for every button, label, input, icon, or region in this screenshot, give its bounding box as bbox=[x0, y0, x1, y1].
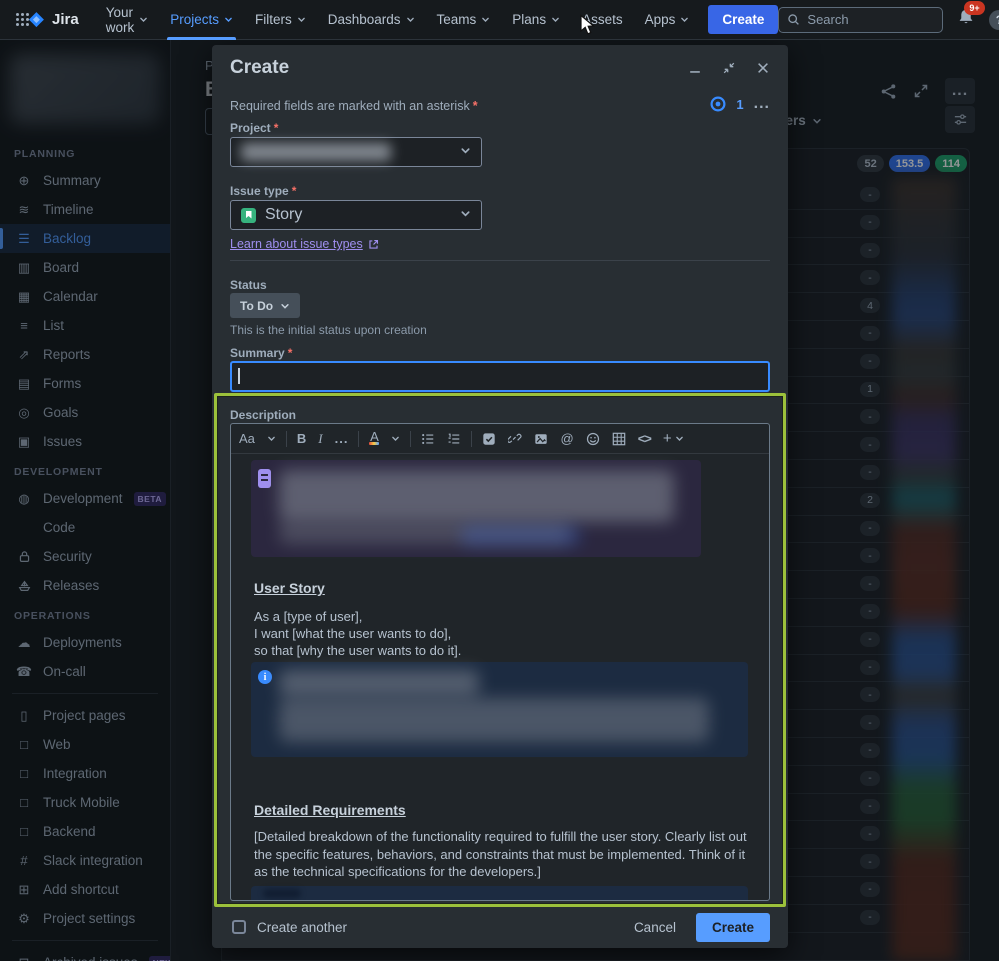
app-body: PLANNING ⊕ Summary ≋ Timeline ☰ Backlog ▥ Board ▦… bbox=[0, 40, 999, 961]
chevron-down-icon bbox=[392, 436, 400, 441]
bullet-list-icon[interactable] bbox=[421, 432, 435, 446]
status-label: Status bbox=[230, 278, 267, 292]
asterisk: * bbox=[472, 99, 478, 113]
dialog-title: Create bbox=[230, 57, 290, 78]
story-type-icon bbox=[241, 207, 256, 223]
status-select[interactable]: To Do bbox=[230, 293, 301, 318]
image-icon[interactable] bbox=[534, 432, 548, 446]
dialog-footer: Create another Cancel Create bbox=[212, 906, 788, 948]
detailed-requirements-heading: Detailed Requirements bbox=[254, 802, 406, 818]
more-formatting-icon[interactable]: ... bbox=[335, 431, 349, 446]
project-select[interactable] bbox=[230, 137, 482, 167]
nav-filters[interactable]: Filters bbox=[246, 0, 315, 40]
project-value-blurred bbox=[241, 143, 391, 161]
chevron-down-icon bbox=[268, 436, 275, 441]
story-line-2: I want [what the user wants to do], bbox=[254, 626, 452, 641]
info-panel-blurred: i bbox=[251, 662, 748, 757]
chevron-down-icon bbox=[406, 17, 414, 22]
learn-issue-types-link[interactable]: Learn about issue types bbox=[230, 237, 379, 251]
global-search[interactable] bbox=[778, 6, 944, 33]
divider bbox=[230, 260, 770, 261]
nav-menu: Your work Projects Filters Dashboards Teams P… bbox=[97, 0, 699, 40]
italic-button[interactable]: I bbox=[318, 431, 322, 447]
create-another-label: Create another bbox=[257, 919, 348, 935]
nav-assets[interactable]: Assets bbox=[573, 0, 632, 40]
create-issue-dialog: Create Required fields are marked with a… bbox=[212, 45, 788, 948]
issue-type-value: Story bbox=[265, 206, 303, 223]
nav-your-work[interactable]: Your work bbox=[97, 0, 158, 40]
description-label: Description bbox=[230, 408, 297, 422]
minimize-icon[interactable] bbox=[688, 61, 702, 75]
exit-fullscreen-icon[interactable] bbox=[722, 61, 736, 75]
table-icon[interactable] bbox=[612, 432, 626, 446]
nav-projects[interactable]: Projects bbox=[161, 0, 242, 40]
chevron-down-icon bbox=[461, 211, 470, 217]
action-item-icon[interactable] bbox=[482, 432, 496, 446]
link-icon[interactable] bbox=[508, 432, 523, 446]
story-line-3: so that [why the user wants to do it]. bbox=[254, 643, 462, 658]
chevron-down-icon bbox=[552, 17, 559, 22]
nav-teams[interactable]: Teams bbox=[428, 0, 500, 40]
chevron-down-icon bbox=[681, 17, 689, 22]
insert-more-dropdown[interactable]: + bbox=[663, 430, 684, 447]
external-link-icon bbox=[369, 239, 378, 249]
issue-type-label: Issue type * bbox=[230, 184, 297, 198]
close-icon[interactable] bbox=[756, 61, 770, 75]
issue-type-select[interactable]: Story bbox=[230, 200, 482, 230]
top-navigation: Jira Your work Projects Filters Dashboards T… bbox=[0, 0, 999, 40]
text-style-dropdown[interactable]: Aa bbox=[239, 431, 276, 446]
jira-mark-icon bbox=[28, 11, 44, 27]
code-icon[interactable]: <> bbox=[638, 431, 652, 446]
help-icon[interactable]: ? bbox=[989, 9, 999, 30]
jira-logo[interactable]: Jira bbox=[26, 10, 79, 30]
info-panel-cutoff bbox=[251, 886, 748, 900]
note-panel-icon bbox=[258, 469, 271, 488]
watch-controls: 1 ... bbox=[710, 95, 770, 113]
nav-create-button[interactable]: Create bbox=[708, 5, 779, 34]
summary-input[interactable] bbox=[230, 361, 770, 392]
watchers-icon[interactable] bbox=[710, 96, 726, 112]
emoji-icon[interactable] bbox=[586, 432, 600, 446]
nav-apps[interactable]: Apps bbox=[636, 0, 699, 40]
chevron-down-icon bbox=[281, 303, 289, 309]
detailed-requirements-text: [Detailed breakdown of the functionality… bbox=[254, 829, 747, 879]
dialog-more-icon[interactable]: ... bbox=[754, 95, 770, 113]
chevron-down-icon bbox=[461, 148, 470, 154]
text-caret bbox=[238, 368, 240, 384]
description-editor[interactable]: Aa B I ... A @ <> + User Story As a [typ… bbox=[230, 423, 770, 901]
chevron-down-icon bbox=[297, 17, 305, 22]
bold-button[interactable]: B bbox=[297, 431, 306, 446]
chevron-down-icon bbox=[225, 17, 232, 22]
chevron-down-icon bbox=[675, 436, 683, 441]
required-fields-note: Required fields are marked with an aster… bbox=[230, 99, 478, 113]
chevron-down-icon bbox=[140, 17, 148, 22]
note-panel-blurred bbox=[251, 460, 701, 557]
nav-plans[interactable]: Plans bbox=[503, 0, 569, 40]
mention-icon[interactable]: @ bbox=[560, 431, 573, 446]
nav-dashboards[interactable]: Dashboards bbox=[319, 0, 424, 40]
story-line-1: As a [type of user], bbox=[254, 609, 363, 624]
text-color-dropdown[interactable]: A bbox=[369, 430, 400, 445]
create-another-checkbox[interactable] bbox=[232, 920, 246, 934]
user-story-heading: User Story bbox=[254, 580, 325, 596]
create-submit-button[interactable]: Create bbox=[695, 912, 770, 942]
chevron-down-icon bbox=[482, 17, 490, 22]
numbered-list-icon[interactable] bbox=[447, 432, 461, 446]
dialog-window-controls bbox=[688, 61, 770, 75]
notifications-bell-icon[interactable]: 9+ bbox=[957, 1, 985, 31]
search-icon bbox=[788, 14, 800, 25]
search-input[interactable] bbox=[807, 12, 935, 27]
watchers-count[interactable]: 1 bbox=[736, 97, 743, 112]
cancel-button[interactable]: Cancel bbox=[622, 914, 688, 941]
screen: Jira Your work Projects Filters Dashboards T… bbox=[0, 0, 999, 961]
editor-content[interactable]: User Story As a [type of user], I want [… bbox=[231, 454, 769, 900]
info-panel-icon: i bbox=[258, 670, 272, 684]
status-help-text: This is the initial status upon creation bbox=[230, 323, 427, 337]
notification-badge: 9+ bbox=[964, 1, 985, 15]
project-label: Project * bbox=[230, 121, 279, 135]
editor-toolbar: Aa B I ... A @ <> + bbox=[231, 424, 769, 454]
summary-label: Summary * bbox=[230, 346, 293, 360]
